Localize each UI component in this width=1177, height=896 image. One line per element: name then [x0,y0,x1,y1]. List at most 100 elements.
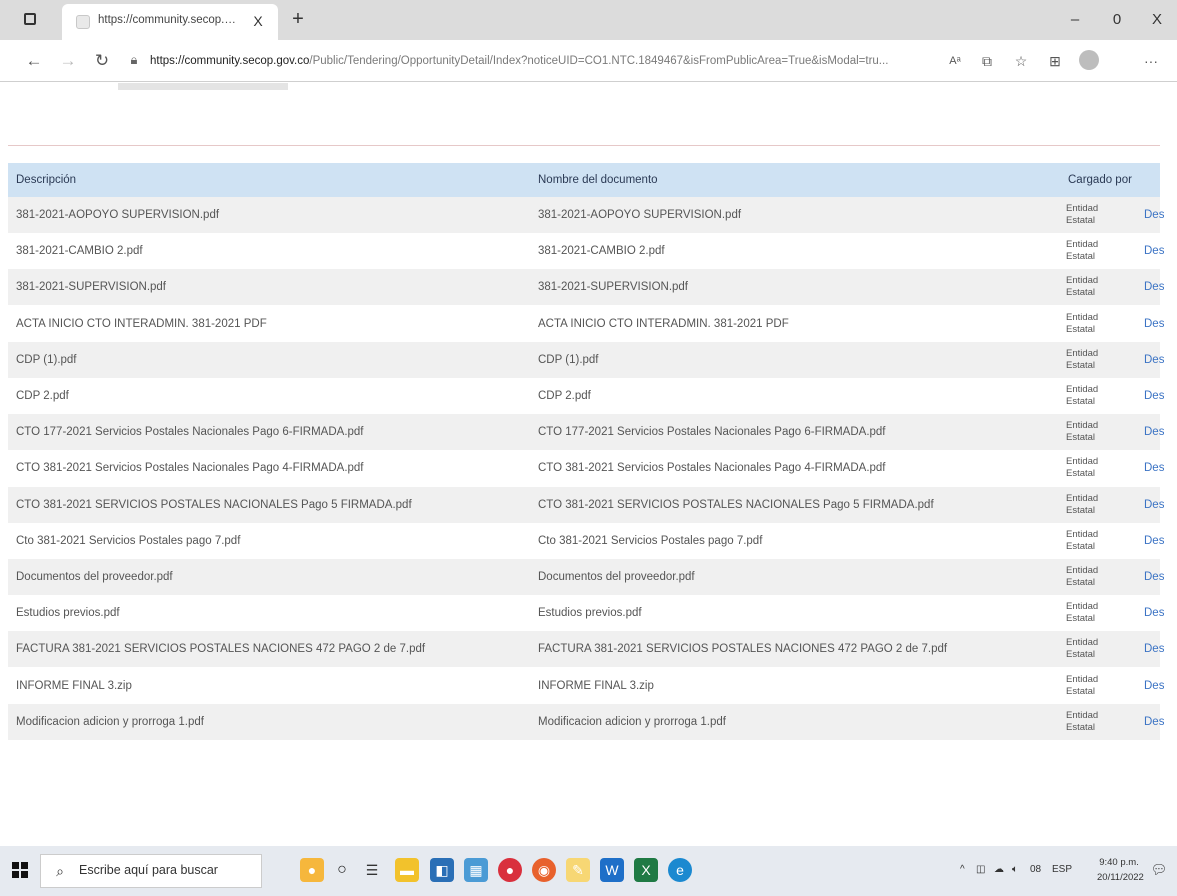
volume-icon[interactable]: 🔈︎ [1012,860,1018,880]
uploaded-by-line-2: Estatal [1066,251,1096,263]
cell-description: 381-2021-AOPOYO SUPERVISION.pdf [16,209,220,221]
cell-document-name: 381-2021-CAMBIO 2.pdf [538,245,665,258]
uploaded-by-line-2: Estatal [1066,396,1096,407]
windows-start-icon[interactable] [12,862,28,878]
cloud-icon[interactable]: ☁ [994,860,1004,880]
header-document-name[interactable]: Nombre del documento [538,163,658,197]
download-link[interactable]: Desc [1144,414,1164,450]
profile-avatar-icon[interactable] [1079,50,1099,70]
tray-chevron-icon[interactable]: ^ [960,860,965,880]
download-link[interactable]: Desc [1144,269,1164,305]
taskbar-clock[interactable]: 9:40 p.m. 20/11/2022 [1097,855,1144,885]
cell-description: ACTA INICIO CTO INTERADMIN. 381-2021 PDF [16,317,267,330]
download-link[interactable]: Desc [1144,450,1164,486]
cortana-icon[interactable]: ● [300,858,324,882]
cell-document-name: FACTURA 381-2021 SERVICIOS POSTALES NACI… [538,643,948,656]
restore-button[interactable]: 0 [1102,10,1132,30]
download-link[interactable]: Desc [1144,306,1164,342]
taskbar-search[interactable]: ⌕ Escribe aquí para buscar [40,854,262,888]
download-link[interactable]: Desc [1144,559,1164,595]
uploaded-by-line-2: Estatal [1066,432,1096,444]
uploaded-by-line-2: Estatal [1066,468,1096,480]
address-bar[interactable]: https://community.secop.gov.co/Public/Te… [150,47,930,75]
word-icon[interactable]: W [600,858,624,882]
edge-icon[interactable]: e [668,858,692,882]
task-view-icon[interactable]: ○ [330,858,354,882]
download-link[interactable]: Desc [1144,631,1164,667]
cell-uploaded-by: Entidad Estatal [1066,269,1126,305]
close-tab-icon[interactable]: X [248,11,268,31]
uploaded-by-line-2: Estatal [1066,323,1096,335]
cell-uploaded-by: Entidad Estatal [1066,378,1126,414]
address-path: /Public/Tendering/OpportunityDetail/Inde… [309,55,889,67]
download-link[interactable]: Desc [1144,668,1164,704]
windows-taskbar: ⌕ Escribe aquí para buscar ● ○ ☰ ▬ ◧ ▦ ●… [0,846,1177,896]
notifications-icon[interactable]: 💬︎ [1150,860,1168,880]
close-window-button[interactable]: X [1142,10,1172,30]
new-tab-button[interactable]: + [286,8,310,32]
browser-tab[interactable]: https://community.secop.gov.co X [62,4,278,40]
download-link[interactable]: Desc [1144,233,1164,269]
minimize-button[interactable]: – [1060,10,1090,30]
uploaded-by-line-1: Entidad [1066,275,1099,287]
cell-uploaded-by: Entidad Estatal [1066,450,1126,486]
favorite-star-icon[interactable]: ☆ [1010,50,1032,72]
lock-icon[interactable]: 🔒︎ [124,49,144,71]
chrome-icon[interactable]: ◉ [532,858,556,882]
table-row: CDP 2.pdf CDP 2.pdf EntidadEstatal Desc [8,378,1164,414]
store-icon[interactable]: ◧ [430,858,454,882]
header-description[interactable]: Descripción [16,163,76,197]
tray-language[interactable]: ESP [1052,860,1072,880]
cell-uploaded-by: Entidad Estatal [1066,668,1126,704]
search-icon: ⌕ [56,863,64,879]
window-menu-icon[interactable] [24,13,36,25]
uploaded-by-line-1: Entidad [1066,311,1099,323]
uploaded-by-line-1: Entidad [1066,637,1099,649]
table-row: INFORME FINAL 3.zip INFORME FINAL 3.zip En… [8,668,1164,704]
reload-icon[interactable]: ↻ [90,50,114,72]
tray-temp[interactable]: 08 [1030,860,1041,880]
tab-title: https://community.secop.gov.co [98,14,238,26]
widgets-icon[interactable]: ☰ [360,858,384,882]
file-explorer-icon[interactable]: ▬ [395,858,419,882]
uploaded-by-line-2: Estatal [1066,685,1096,697]
download-link[interactable]: Desc [1144,378,1164,414]
sticky-notes-icon[interactable]: ✎ [566,858,590,882]
media-player-icon[interactable]: ● [498,858,522,882]
table-row: ACTA INICIO CTO INTERADMIN. 381-2021 PDF… [8,306,1164,342]
calculator-icon[interactable]: ▦ [464,858,488,882]
cell-uploaded-by: Entidad Estatal [1066,595,1126,631]
uploaded-by-line-1: Entidad [1066,420,1099,432]
download-link[interactable]: Desc [1144,197,1164,233]
cell-description: FACTURA 381-2021 SERVICIOS POSTALES NACI… [16,643,426,656]
extension-icon[interactable]: ⧉ [976,50,998,72]
favicon-icon [76,15,90,29]
uploaded-by-line-1: Entidad [1066,347,1099,359]
table-row: Documentos del proveedor.pdf Documentos d… [8,559,1164,595]
network-icon[interactable]: ◫ [976,860,985,880]
collections-icon[interactable]: ⊞ [1044,50,1066,72]
read-aloud-icon[interactable]: Aᵃ [944,50,966,72]
forward-arrow-icon[interactable]: → [56,50,80,72]
excel-icon[interactable]: X [634,858,658,882]
cell-uploaded-by: Entidad Estatal [1066,342,1126,378]
cell-description: CDP 2.pdf [16,390,69,402]
cell-uploaded-by: Entidad Estatal [1066,306,1126,342]
download-link[interactable]: Desc [1144,523,1164,559]
uploaded-by-line-1: Entidad [1066,384,1099,395]
clock-time: 9:40 p.m. [1099,857,1139,868]
back-arrow-icon[interactable]: ← [22,50,46,72]
download-link[interactable]: Desc [1144,704,1164,740]
header-uploaded-by[interactable]: Cargado por [1068,163,1132,197]
cell-description: Documentos del proveedor.pdf [16,571,173,583]
cell-description: Estudios previos.pdf [16,607,120,620]
section-divider [8,145,1160,146]
cell-document-name: 381-2021-AOPOYO SUPERVISION.pdf [538,209,742,221]
page-content: Descripción Nombre del documento Cargado… [0,83,1177,829]
download-link[interactable]: Desc [1144,342,1164,378]
download-link[interactable]: Desc [1144,595,1164,631]
table-row: CTO 381-2021 Servicios Postales Nacional… [8,450,1164,486]
uploaded-by-line-2: Estatal [1066,504,1096,516]
more-menu-icon[interactable]: ··· [1140,50,1162,72]
download-link[interactable]: Desc [1144,487,1164,523]
